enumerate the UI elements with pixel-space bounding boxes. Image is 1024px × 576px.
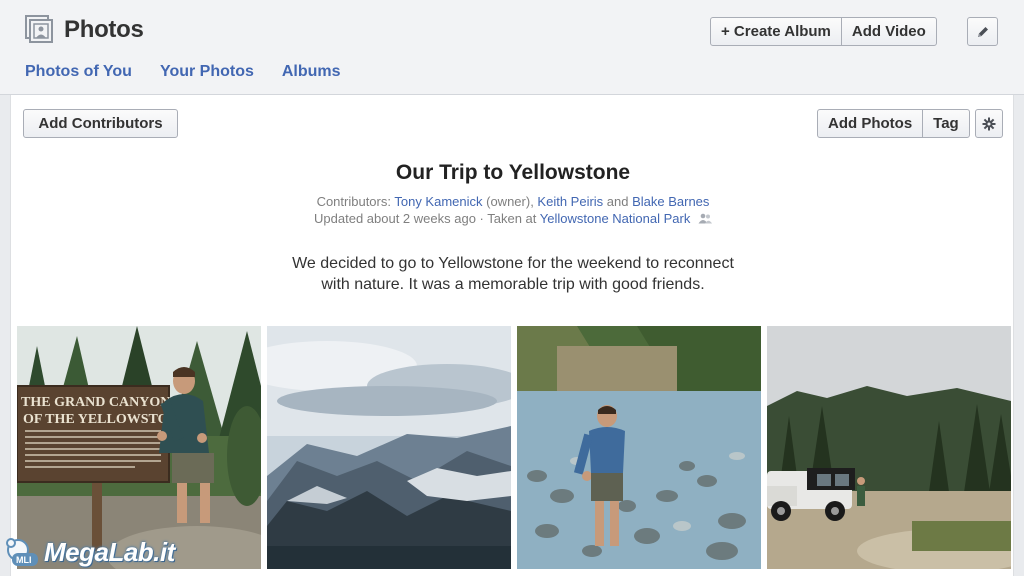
album-title: Our Trip to Yellowstone	[395, 161, 631, 184]
header-button-group: + Create Album Add Video	[710, 17, 937, 46]
description-line: with nature. It was a memorable trip wit…	[321, 276, 705, 293]
photo-mountains-image	[267, 326, 511, 569]
pencil-icon	[977, 26, 988, 37]
megalab-logo-icon: MLI	[6, 538, 38, 566]
megalab-watermark: MLI MegaLab.it	[4, 532, 175, 572]
and-label: and	[603, 194, 633, 209]
tag-button[interactable]: Tag	[922, 110, 969, 137]
location-link[interactable]: Yellowstone National Park	[540, 211, 691, 226]
tab-albums[interactable]: Albums	[282, 63, 341, 81]
album-updated: Updated about 2 weeks ago · Taken at Yel…	[11, 211, 1015, 226]
photo-thumbnail-river[interactable]	[517, 326, 761, 569]
owner-label: (owner),	[482, 194, 538, 209]
album-panel: Add Contributors Add Photos Tag Our Trip…	[10, 95, 1014, 576]
gear-icon	[982, 117, 996, 130]
sign-text: THE GRAND CANYON	[21, 395, 170, 410]
shared-people-icon	[698, 213, 712, 224]
photo-thumbnail-mountains[interactable]	[267, 326, 511, 569]
watermark-text: MegaLab.it	[44, 536, 175, 567]
watermark-badge: MLI	[16, 555, 32, 565]
album-description: We decided to go to Yellowstone for the …	[11, 253, 1015, 295]
album-button-group: Add Photos Tag	[817, 109, 970, 138]
add-photos-button[interactable]: Add Photos	[818, 110, 922, 137]
photo-jeep-image	[767, 326, 1011, 569]
description-line: We decided to go to Yellowstone for the …	[292, 255, 734, 272]
contributor-link[interactable]: Blake Barnes	[632, 194, 709, 209]
updated-label: Updated about 2 weeks ago · Taken at	[314, 211, 540, 226]
photo-river-image	[517, 326, 761, 569]
add-video-button[interactable]: Add Video	[840, 18, 936, 45]
photos-subnav: Photos of You Your Photos Albums	[25, 63, 341, 81]
contributor-link[interactable]: Keith Peiris	[537, 194, 603, 209]
edit-button[interactable]	[967, 17, 998, 46]
photo-thumbnail-jeep[interactable]	[767, 326, 1011, 569]
tab-your-photos[interactable]: Your Photos	[160, 63, 254, 81]
contributor-link[interactable]: Tony Kamenick	[394, 194, 482, 209]
page-title: Photos	[64, 16, 144, 43]
create-album-button[interactable]: + Create Album	[711, 18, 841, 45]
tab-photos-of-you[interactable]: Photos of You	[25, 63, 132, 81]
settings-button[interactable]	[975, 109, 1003, 138]
photos-icon	[25, 15, 53, 43]
add-contributors-button[interactable]: Add Contributors	[23, 109, 178, 138]
contributors-label: Contributors:	[316, 194, 395, 209]
album-contributors: Contributors: Tony Kamenick (owner), Kei…	[11, 194, 1015, 209]
photos-header: Photos Photos of You Your Photos Albums …	[0, 0, 1024, 95]
